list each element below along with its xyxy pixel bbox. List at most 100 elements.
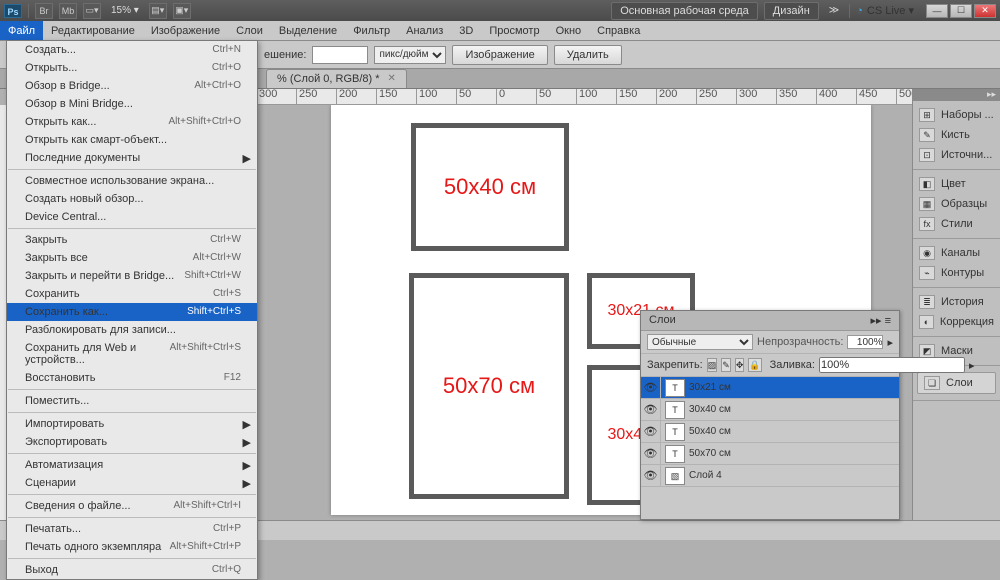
file-menu-item[interactable]: Открыть как смарт-объект... — [7, 131, 257, 149]
file-menu-item[interactable]: Создать новый обзор... — [7, 190, 257, 208]
layer-thumbnail: T — [665, 423, 685, 441]
document-tab[interactable]: % (Слой 0, RGB/8) * ✕ — [266, 69, 407, 88]
file-menu-item[interactable]: СохранитьCtrl+S — [7, 285, 257, 303]
file-menu-item[interactable]: Печать одного экземпляраAlt+Shift+Ctrl+P — [7, 538, 257, 556]
panel-Коррекция[interactable]: ◐Коррекция — [913, 312, 1000, 332]
file-menu-item[interactable]: Экспортировать▶ — [7, 433, 257, 451]
file-menu-item[interactable]: Автоматизация▶ — [7, 456, 257, 474]
file-menu-item[interactable]: ЗакрытьCtrl+W — [7, 231, 257, 249]
resolution-label: ешение: — [264, 49, 306, 61]
visibility-icon[interactable]: 👁 — [641, 443, 661, 464]
file-menu-item[interactable]: Совместное использование экрана... — [7, 172, 257, 190]
cs-live-button[interactable]: ◔CS Live ▾ — [856, 4, 914, 17]
panel-Стили[interactable]: fxСтили — [913, 214, 1000, 234]
file-menu-item[interactable]: Сведения о файле...Alt+Shift+Ctrl+I — [7, 497, 257, 515]
file-menu-item[interactable]: Открыть...Ctrl+O — [7, 59, 257, 77]
close-tab-icon[interactable]: ✕ — [388, 73, 396, 85]
image-button[interactable]: Изображение — [452, 45, 547, 65]
workspace-design[interactable]: Дизайн — [764, 2, 819, 20]
app-titlebar: Ps Br Mb ▭▾ 15% ▾ ▤▾ ▣▾ Основная рабочая… — [0, 0, 1000, 21]
lock-transparency-icon[interactable]: ▨ — [707, 358, 718, 372]
zoom-level[interactable]: 15% ▾ — [107, 5, 143, 16]
more-workspaces-icon[interactable]: ≫ — [825, 5, 843, 16]
file-menu-item[interactable]: Закрыть всеAlt+Ctrl+W — [7, 249, 257, 267]
menu-analysis[interactable]: Анализ — [398, 21, 451, 40]
layer-thumbnail: T — [665, 379, 685, 397]
layer-name: 30х21 см — [689, 382, 731, 393]
layer-row[interactable]: 👁T 30х21 см — [641, 377, 899, 399]
file-menu-item[interactable]: Сохранить для Web и устройств...Alt+Shif… — [7, 339, 257, 369]
file-menu-item[interactable]: Поместить... — [7, 392, 257, 410]
file-menu-item[interactable]: Обзор в Mini Bridge... — [7, 95, 257, 113]
menu-file[interactable]: Файл — [0, 21, 43, 40]
resolution-input[interactable] — [312, 46, 368, 64]
launch-bridge-icon[interactable]: Br — [35, 3, 53, 19]
visibility-icon[interactable]: 👁 — [641, 399, 661, 420]
layer-thumbnail: T — [665, 445, 685, 463]
menu-3d[interactable]: 3D — [451, 21, 481, 40]
panel-Наборы ...[interactable]: ⊞Наборы ... — [913, 105, 1000, 125]
panel-icon: ◐ — [919, 315, 934, 329]
separator — [849, 4, 850, 18]
file-menu-item[interactable]: Создать...Ctrl+N — [7, 41, 257, 59]
menu-view[interactable]: Просмотр — [481, 21, 547, 40]
file-menu-item[interactable]: Открыть как...Alt+Shift+Ctrl+O — [7, 113, 257, 131]
menu-window[interactable]: Окно — [548, 21, 590, 40]
menu-filter[interactable]: Фильтр — [345, 21, 398, 40]
menu-select[interactable]: Выделение — [271, 21, 345, 40]
file-menu-item[interactable]: Device Central... — [7, 208, 257, 226]
panel-menu-icon[interactable]: ▸▸ ≡ — [870, 314, 891, 327]
lock-pixels-icon[interactable]: ✎ — [721, 358, 731, 372]
file-menu-item[interactable]: Импортировать▶ — [7, 415, 257, 433]
ps-logo: Ps — [4, 4, 22, 18]
menu-layers[interactable]: Слои — [228, 21, 271, 40]
panel-История[interactable]: ≣История — [913, 292, 1000, 312]
layer-row[interactable]: 👁T50х70 см — [641, 443, 899, 465]
panel-icon: ⌁ — [919, 266, 935, 280]
blend-mode-select[interactable]: Обычные — [647, 334, 753, 350]
maximize-button[interactable]: ☐ — [950, 4, 972, 18]
file-menu-item[interactable]: Обзор в Bridge...Alt+Ctrl+O — [7, 77, 257, 95]
file-menu-item[interactable]: Последние документы▶ — [7, 149, 257, 167]
panel-icon: ▦ — [919, 197, 935, 211]
lock-position-icon[interactable]: ✥ — [735, 358, 745, 372]
layers-panel-tab[interactable]: Слои ▸▸ ≡ — [641, 311, 899, 331]
panel-Источни...[interactable]: ⊡Источни... — [913, 145, 1000, 165]
close-button[interactable]: ✕ — [974, 4, 996, 18]
lock-all-icon[interactable]: 🔒 — [748, 358, 761, 372]
panel-Контуры[interactable]: ⌁Контуры — [913, 263, 1000, 283]
panel-Каналы[interactable]: ◉Каналы — [913, 243, 1000, 263]
panel-Образцы[interactable]: ▦Образцы — [913, 194, 1000, 214]
panel-Цвет[interactable]: ◧Цвет — [913, 174, 1000, 194]
menu-image[interactable]: Изображение — [143, 21, 228, 40]
workspace-essentials[interactable]: Основная рабочая среда — [611, 2, 758, 20]
layer-row[interactable]: 👁T50х40 см — [641, 421, 899, 443]
menu-edit[interactable]: Редактирование — [43, 21, 143, 40]
arrange-documents-icon[interactable]: ▤▾ — [149, 3, 167, 19]
file-menu-item[interactable]: Сохранить как...Shift+Ctrl+S — [7, 303, 257, 321]
file-menu-item[interactable]: Закрыть и перейти в Bridge...Shift+Ctrl+… — [7, 267, 257, 285]
panel-icon: ✎ — [919, 128, 935, 142]
fill-input[interactable] — [819, 357, 965, 373]
view-extras-icon[interactable]: ▭▾ — [83, 3, 101, 19]
panel-Слои[interactable]: ❏Слои — [917, 372, 996, 394]
screen-mode-icon[interactable]: ▣▾ — [173, 3, 191, 19]
resolution-units[interactable]: пикс/дюйм — [374, 46, 446, 64]
layers-panel[interactable]: Слои ▸▸ ≡ Обычные Непрозрачность: ▸ Закр… — [640, 310, 900, 520]
launch-minibridge-icon[interactable]: Mb — [59, 3, 77, 19]
file-menu-dropdown: Создать...Ctrl+NОткрыть...Ctrl+OОбзор в … — [6, 40, 258, 580]
visibility-icon[interactable]: 👁 — [641, 377, 661, 398]
panel-Кисть[interactable]: ✎Кисть — [913, 125, 1000, 145]
visibility-icon[interactable]: 👁 — [641, 465, 661, 486]
layer-row[interactable]: 👁▧Слой 4 — [641, 465, 899, 487]
visibility-icon[interactable]: 👁 — [641, 421, 661, 442]
file-menu-item[interactable]: Сценарии▶ — [7, 474, 257, 492]
delete-button[interactable]: Удалить — [554, 45, 622, 65]
opacity-input[interactable] — [847, 335, 883, 349]
file-menu-item[interactable]: ВыходCtrl+Q — [7, 561, 257, 579]
file-menu-item[interactable]: Печатать...Ctrl+P — [7, 520, 257, 538]
minimize-button[interactable]: — — [926, 4, 948, 18]
file-menu-item[interactable]: ВосстановитьF12 — [7, 369, 257, 387]
menu-help[interactable]: Справка — [589, 21, 648, 40]
layer-row[interactable]: 👁T30х40 см — [641, 399, 899, 421]
